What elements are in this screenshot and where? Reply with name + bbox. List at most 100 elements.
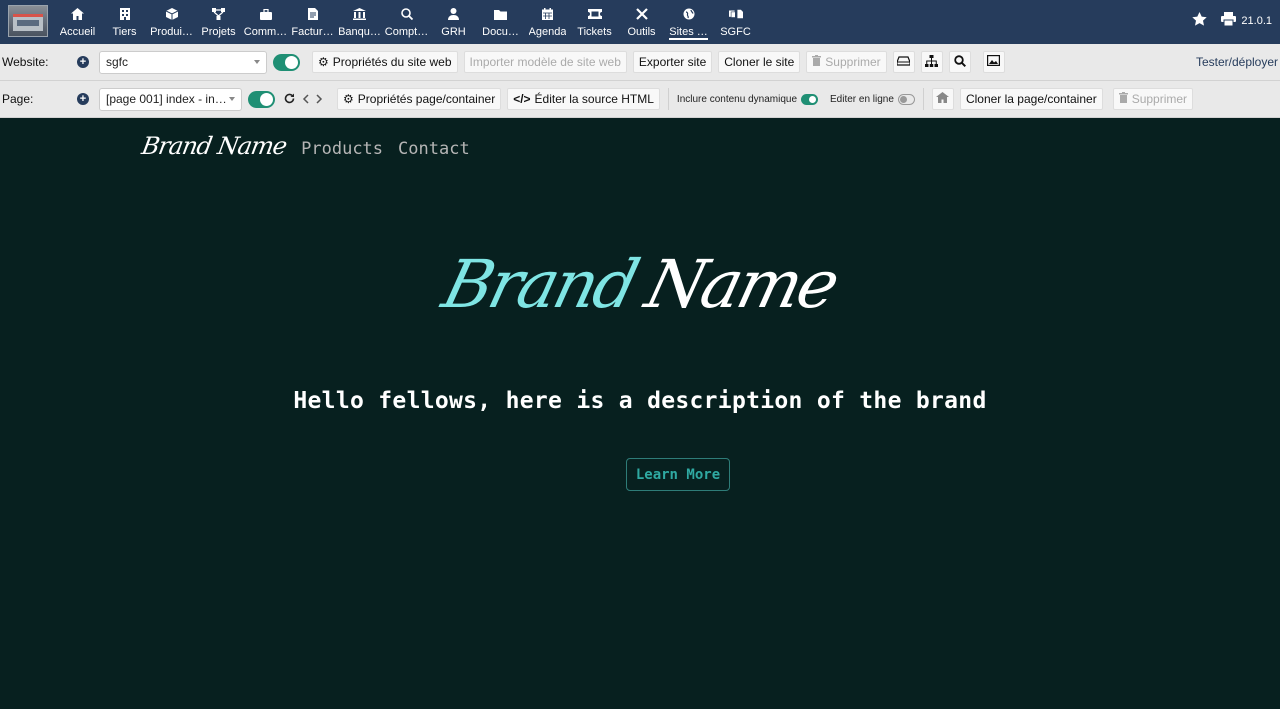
website-properties-button[interactable]: ⚙ Propriétés du site web (312, 51, 458, 73)
nav-item-produits[interactable]: Produi… (148, 0, 195, 44)
learn-more-button[interactable]: Learn More (626, 458, 730, 491)
hero-brand-part2: Name (638, 246, 845, 323)
calendar-icon (541, 7, 555, 21)
import-template-button[interactable]: Importer modèle de site web (463, 51, 627, 73)
hard-drive-button[interactable] (892, 51, 915, 73)
chevron-down-icon (229, 97, 235, 101)
divider (922, 88, 924, 110)
clone-page-button[interactable]: Cloner la page/container (959, 88, 1103, 110)
nav-label: Comm… (243, 26, 288, 38)
nav-label: Compt… (384, 26, 429, 38)
sitemap-button[interactable] (920, 51, 943, 73)
website-preview: Brand Name Products Contact BrandName He… (0, 118, 1280, 709)
gear-icon: ⚙ (343, 92, 354, 106)
nav-label: SGFC (720, 26, 751, 38)
page-status-toggle[interactable] (248, 90, 275, 108)
button-label: Exporter site (638, 55, 707, 69)
delete-site-button[interactable]: Supprimer (806, 51, 887, 73)
star-icon[interactable] (1192, 12, 1208, 29)
website-select-value: sgfc (106, 55, 129, 69)
company-logo[interactable] (8, 5, 48, 37)
nav-label: Agenda (528, 26, 567, 38)
printer-icon (1221, 12, 1237, 29)
home-icon (71, 7, 85, 21)
edit-html-source-button[interactable]: </> Éditer la source HTML (507, 88, 660, 110)
nav-label: GRH (441, 26, 466, 38)
test-deploy-link[interactable]: Tester/déployer (1196, 55, 1278, 69)
nav-label: Banqu… (338, 26, 381, 38)
nav-label: Tiers (112, 26, 137, 38)
user-tie-icon (447, 7, 461, 21)
home-icon (936, 92, 950, 106)
hard-drive-icon (896, 55, 911, 69)
nav-item-documents[interactable]: Docu… (477, 0, 524, 44)
home-page-button[interactable] (931, 88, 954, 110)
divider (667, 88, 669, 110)
nav-label: Sites … (669, 26, 708, 40)
site-brand-link[interactable]: Brand Name (140, 132, 289, 160)
gear-icon: ⚙ (318, 55, 329, 69)
page-properties-button[interactable]: ⚙ Propriétés page/container (337, 88, 502, 110)
hero-brand-part1: Brand (435, 246, 644, 323)
project-icon (212, 7, 226, 21)
nav-item-facturation[interactable]: Factur… (289, 0, 336, 44)
add-website-icon[interactable]: + (77, 56, 89, 68)
page-select-value: [page 001] index - in… (106, 92, 227, 106)
nav-item-comptabilite[interactable]: Compt… (383, 0, 430, 44)
nav-item-banque[interactable]: Banqu… (336, 0, 383, 44)
nav-item-grh[interactable]: GRH (430, 0, 477, 44)
briefcase-icon (259, 7, 273, 21)
trash-icon (812, 55, 822, 69)
search-icon (953, 54, 966, 70)
trash-icon (1118, 92, 1128, 106)
nav-item-sgfc[interactable]: SGFC (712, 0, 759, 44)
chevron-left-icon[interactable] (302, 91, 309, 107)
button-label: Propriétés du site web (332, 55, 452, 69)
search-dollar-icon (400, 7, 414, 21)
folder-icon (494, 7, 508, 21)
nav-item-tiers[interactable]: Tiers (101, 0, 148, 44)
refresh-icon[interactable] (284, 91, 295, 107)
nav-item-commerce[interactable]: Comm… (242, 0, 289, 44)
hero-brand-title: BrandName (0, 246, 1280, 323)
website-status-toggle[interactable] (273, 53, 300, 71)
nav-label: Docu… (482, 26, 519, 38)
nav-item-tickets[interactable]: Tickets (571, 0, 618, 44)
nav-label: Projets (201, 26, 236, 38)
search-button[interactable] (948, 51, 971, 73)
hero-tagline: Hello fellows, here is a description of … (293, 388, 987, 414)
nav-item-projets[interactable]: Projets (195, 0, 242, 44)
nav-link-products[interactable]: Products (301, 139, 383, 159)
docs-icon (728, 7, 743, 21)
clone-site-button[interactable]: Cloner le site (718, 51, 801, 73)
button-label: Importer modèle de site web (469, 55, 621, 69)
nav-label: Produi… (150, 26, 193, 38)
website-label: Website: (2, 55, 49, 69)
website-select[interactable]: sgfc (99, 50, 267, 74)
button-label: Éditer la source HTML (534, 92, 654, 106)
media-button[interactable] (982, 51, 1005, 73)
page-select[interactable]: [page 001] index - in… (99, 87, 242, 111)
tools-icon (635, 7, 649, 21)
inline-edit-toggle[interactable] (897, 93, 915, 105)
ticket-icon (587, 7, 602, 21)
print-version[interactable]: 21.0.1 (1221, 12, 1272, 29)
dynamic-content-toggle[interactable] (801, 93, 818, 105)
sitemap-icon (925, 54, 939, 70)
site-navbar: Brand Name Products Contact (140, 132, 470, 160)
chevron-right-icon[interactable] (316, 91, 323, 107)
nav-label: Tickets (577, 26, 612, 38)
delete-page-button[interactable]: Supprimer (1112, 88, 1194, 110)
add-page-icon[interactable]: + (77, 93, 89, 105)
button-label: Supprimer (825, 55, 881, 69)
nav-link-contact[interactable]: Contact (398, 139, 470, 159)
export-site-button[interactable]: Exporter site (632, 51, 713, 73)
version-label: 21.0.1 (1241, 14, 1272, 27)
invoice-icon (306, 7, 320, 21)
nav-item-agenda[interactable]: Agenda (524, 0, 571, 44)
website-toolbar: Website: + sgfc ⚙ Propriétés du site web… (0, 44, 1280, 81)
top-navigation: Accueil Tiers Produi… Projets Comm… Fact… (0, 0, 1280, 44)
nav-item-outils[interactable]: Outils (618, 0, 665, 44)
nav-item-sites[interactable]: Sites … (665, 0, 712, 44)
nav-item-accueil[interactable]: Accueil (54, 0, 101, 44)
